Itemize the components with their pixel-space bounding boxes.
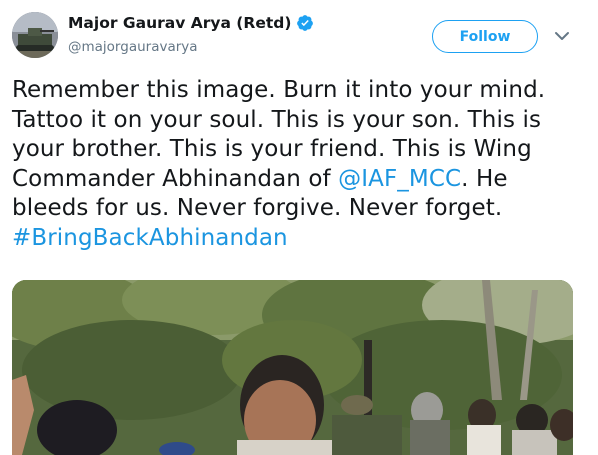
tweet-line: your brother. This is your friend. This …: [12, 136, 532, 162]
tweet-line: Commander Abhinandan of @IAF_MCC. He: [12, 165, 592, 195]
avatar[interactable]: [12, 12, 58, 58]
author-name[interactable]: Major Gaurav Arya (Retd): [68, 14, 314, 32]
tweet-line: Tattoo it on your soul. This is your son…: [12, 106, 542, 133]
tweet-line: Remember this image. Burn it into your m…: [12, 77, 546, 103]
verified-badge-icon: [297, 15, 314, 31]
mention-link[interactable]: @IAF_MCC: [338, 166, 461, 192]
tweet-text-segment: . He: [461, 165, 508, 192]
tweet-text: Remember this image. Burn it into your m…: [12, 76, 592, 253]
author-name-text[interactable]: Major Gaurav Arya (Retd): [68, 14, 291, 32]
hashtag-link[interactable]: #BringBackAbhinandan: [12, 224, 592, 254]
chevron-down-icon[interactable]: [553, 29, 571, 43]
tweet-text-segment: Commander Abhinandan of: [12, 165, 339, 192]
author-handle[interactable]: @majorgauravarya: [68, 39, 198, 55]
tweet-line: bleeds for us. Never forgive. Never forg…: [12, 195, 503, 221]
tweet-photo[interactable]: [12, 280, 573, 455]
follow-button[interactable]: Follow: [432, 20, 538, 53]
